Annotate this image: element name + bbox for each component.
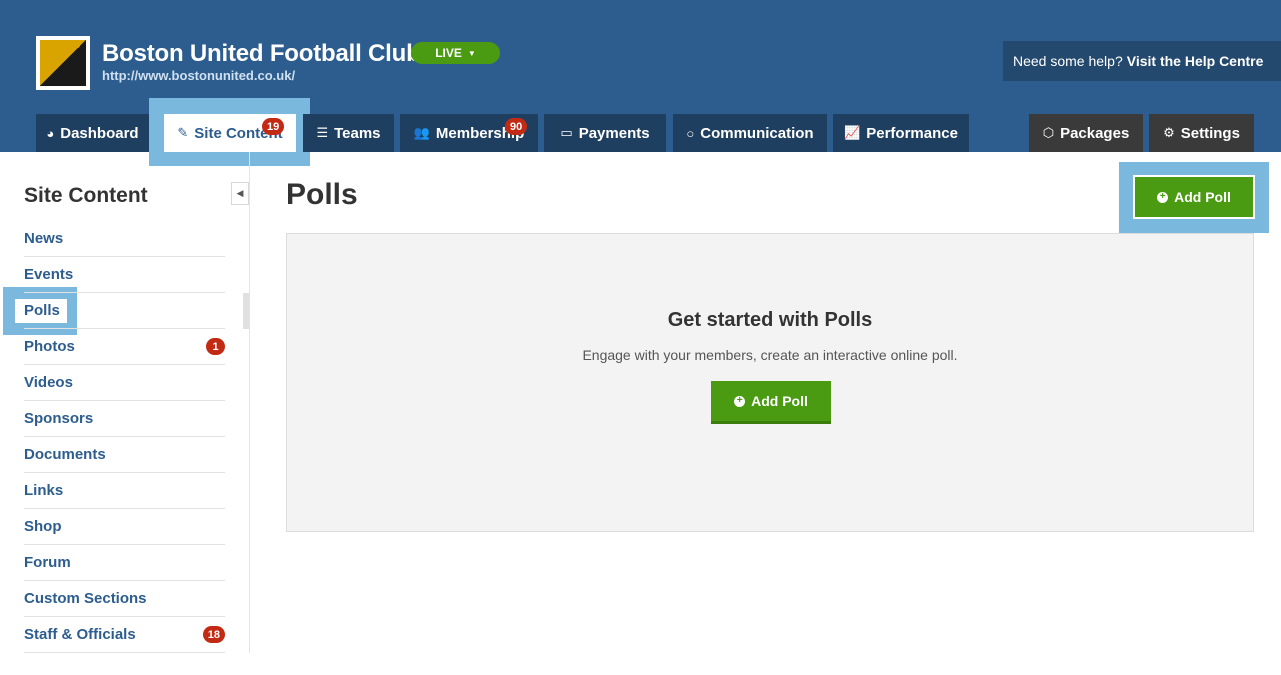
- sidebar-scrollbar[interactable]: [243, 293, 249, 329]
- help-text: Need some help?: [1013, 53, 1123, 69]
- club-name[interactable]: Boston United Football Club: [102, 40, 421, 68]
- sidebar-divider: [249, 152, 250, 653]
- tab-label: Settings: [1180, 124, 1240, 142]
- cube-icon: ⬡: [1042, 125, 1055, 140]
- sidebar-item-label: News: [24, 230, 64, 247]
- sidebar-item-label: Polls: [24, 302, 60, 319]
- speech-bubble-icon: ○: [686, 125, 695, 141]
- sidebar-item-photos[interactable]: Photos 1: [24, 329, 225, 365]
- club-logo[interactable]: [36, 36, 90, 90]
- collapse-sidebar-button[interactable]: ◀: [231, 182, 249, 205]
- sidebar-item-label: Documents: [24, 446, 106, 463]
- live-label: LIVE: [435, 46, 462, 60]
- tab-teams[interactable]: ☰ Teams: [303, 114, 394, 152]
- club-crest-icon: [40, 40, 86, 86]
- sidebar-item-staff-officials[interactable]: Staff & Officials 18: [24, 617, 225, 653]
- tab-label: Teams: [334, 124, 381, 142]
- tab-communication[interactable]: ○ Communication: [673, 114, 827, 152]
- sidebar-title: Site Content: [24, 184, 148, 207]
- chart-icon: 📈: [844, 125, 861, 140]
- help-centre-link[interactable]: Visit the Help Centre: [1127, 53, 1264, 69]
- credit-card-icon: ▭: [560, 125, 573, 140]
- sidebar-item-custom-sections[interactable]: Custom Sections: [24, 581, 225, 617]
- sidebar-item-news[interactable]: News: [24, 221, 225, 257]
- gear-icon: ⚙: [1163, 125, 1175, 140]
- empty-add-poll-label: Add Poll: [751, 393, 808, 409]
- list-icon: ☰: [316, 125, 329, 140]
- app-header: Boston United Football Club http://www.b…: [0, 0, 1281, 166]
- sidebar-item-label: Videos: [24, 374, 73, 391]
- photos-badge: 1: [206, 338, 225, 355]
- sidebar-item-sponsors[interactable]: Sponsors: [24, 401, 225, 437]
- caret-left-icon: ◀: [236, 188, 244, 198]
- sidebar-item-label: Events: [24, 266, 74, 283]
- sidebar-item-label: Links: [24, 482, 64, 499]
- tab-label: Performance: [866, 124, 958, 142]
- plus-circle-icon: +: [734, 395, 746, 407]
- membership-badge: 90: [505, 118, 528, 135]
- help-banner: Need some help? Visit the Help Centre: [1003, 41, 1281, 81]
- tab-label: Packages: [1060, 124, 1130, 142]
- tab-payments[interactable]: ▭ Payments: [544, 114, 666, 152]
- empty-state-title: Get started with Polls: [667, 309, 873, 331]
- tab-label: Payments: [578, 124, 650, 142]
- sidebar-item-forum[interactable]: Forum: [24, 545, 225, 581]
- tab-packages[interactable]: ⬡ Packages: [1029, 114, 1143, 152]
- empty-state-panel: Get started with Polls Engage with your …: [286, 233, 1254, 532]
- sidebar-item-label: Shop: [24, 518, 62, 535]
- users-icon: 👥: [413, 125, 430, 140]
- sidebar-item-label: Custom Sections: [24, 590, 147, 607]
- empty-add-poll-button[interactable]: + Add Poll: [711, 381, 831, 424]
- tab-dashboard[interactable]: ◕ Dashboard: [36, 114, 149, 152]
- empty-state-subtitle: Engage with your members, create an inte…: [582, 347, 958, 363]
- club-url-link[interactable]: http://www.bostonunited.co.uk/: [102, 68, 295, 83]
- add-poll-button[interactable]: + Add Poll: [1133, 175, 1255, 219]
- sidebar-item-polls[interactable]: Polls: [24, 293, 225, 329]
- tab-settings[interactable]: ⚙ Settings: [1149, 114, 1254, 152]
- page-title: Polls: [286, 178, 358, 211]
- tab-performance[interactable]: 📈 Performance: [833, 114, 969, 152]
- plus-circle-icon: +: [1157, 191, 1169, 203]
- tab-label: Dashboard: [60, 124, 139, 142]
- caret-down-icon: ▼: [467, 48, 476, 58]
- sidebar-item-label: Staff & Officials: [24, 626, 136, 643]
- dashboard-icon: ◕: [46, 125, 55, 141]
- sidebar-item-events[interactable]: Events: [24, 257, 225, 293]
- site-content-badge: 19: [262, 118, 285, 135]
- sidebar-item-label: Forum: [24, 554, 71, 571]
- sidebar-item-links[interactable]: Links: [24, 473, 225, 509]
- staff-officials-badge: 18: [202, 626, 225, 643]
- sidebar-item-documents[interactable]: Documents: [24, 437, 225, 473]
- sidebar-item-videos[interactable]: Videos: [24, 365, 225, 401]
- add-poll-label: Add Poll: [1174, 189, 1231, 205]
- live-status-dropdown[interactable]: LIVE ▼: [411, 42, 500, 64]
- sidebar-item-shop[interactable]: Shop: [24, 509, 225, 545]
- tab-label: Communication: [700, 124, 814, 142]
- sidebar-item-label: Photos: [24, 338, 75, 355]
- pencil-icon: ✎: [177, 125, 189, 140]
- sidebar-item-label: Sponsors: [24, 410, 94, 427]
